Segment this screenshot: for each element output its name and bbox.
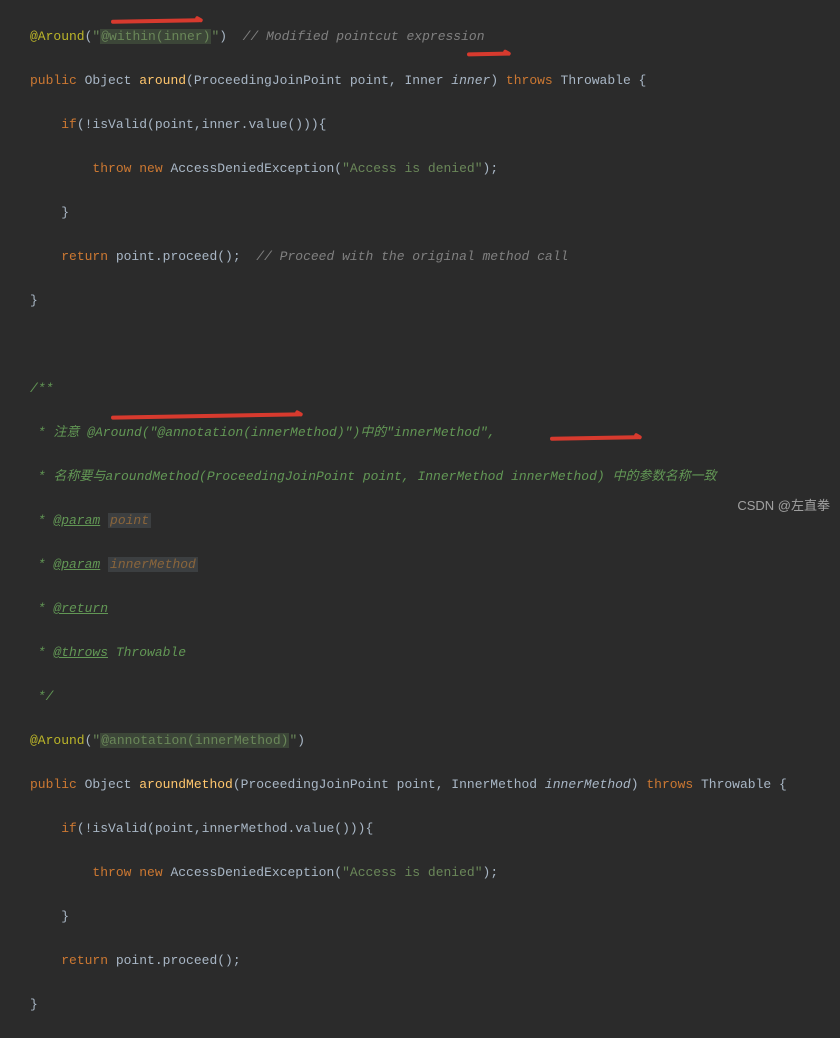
doc-line: * 名称要与aroundMethod(ProceedingJoinPoint p…	[30, 466, 840, 488]
param-inner: inner	[451, 73, 490, 88]
code-line: if(!isValid(point,inner.value())){	[30, 114, 840, 136]
code-line: }	[30, 202, 840, 224]
doc-tag: @return	[53, 601, 108, 616]
code-line: @Around("@annotation(innerMethod)")	[30, 730, 840, 752]
code-line: return point.proceed(); // Proceed with …	[30, 246, 840, 268]
doc-line: * @param innerMethod	[30, 554, 840, 576]
code-line: }	[30, 290, 840, 312]
pointcut-expr: @within(inner)	[100, 29, 211, 44]
method-name: around	[139, 73, 186, 88]
method-name: aroundMethod	[139, 777, 233, 792]
pointcut-expr: @annotation(innerMethod)	[100, 733, 289, 748]
annotation: @Around	[30, 733, 85, 748]
code-line	[30, 334, 840, 356]
doc-tag: @param	[53, 557, 100, 572]
doc-line: * @param point	[30, 510, 840, 532]
code-line: }	[30, 906, 840, 928]
doc-line: * @return	[30, 598, 840, 620]
code-line: throw new AccessDeniedException("Access …	[30, 862, 840, 884]
code-line: @Around("@within(inner)") // Modified po…	[30, 26, 840, 48]
code-line: public Object around(ProceedingJoinPoint…	[30, 70, 840, 92]
watermark: CSDN @左直拳	[737, 495, 830, 517]
code-line: return point.proceed();	[30, 950, 840, 972]
comment: // Modified pointcut expression	[243, 29, 485, 44]
doc-tag: @param	[53, 513, 100, 528]
code-editor: @Around("@within(inner)") // Modified po…	[0, 0, 840, 1038]
doc-line: * @throws Throwable	[30, 642, 840, 664]
doc-line: * 注意 @Around("@annotation(innerMethod)")…	[30, 422, 840, 444]
doc-tag: @throws	[53, 645, 108, 660]
code-line: public Object aroundMethod(ProceedingJoi…	[30, 774, 840, 796]
code-line: if(!isValid(point,innerMethod.value())){	[30, 818, 840, 840]
code-line: }	[30, 994, 840, 1016]
doc-line: /**	[30, 378, 840, 400]
code-line: throw new AccessDeniedException("Access …	[30, 158, 840, 180]
annotation: @Around	[30, 29, 85, 44]
param-innermethod: innerMethod	[545, 777, 631, 792]
doc-line: */	[30, 686, 840, 708]
red-underline	[467, 52, 509, 57]
